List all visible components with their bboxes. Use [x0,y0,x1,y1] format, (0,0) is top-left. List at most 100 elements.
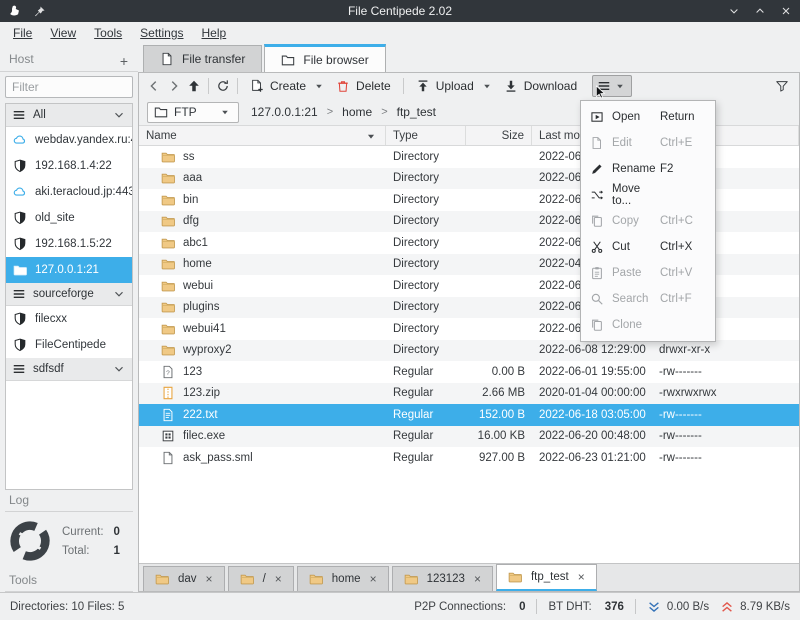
menu-item-shortcut: Ctrl+E [660,137,692,149]
host-list-item[interactable]: 192.168.1.5:22 [6,231,132,257]
up-icon[interactable] [187,79,201,93]
file-row[interactable]: 222.txt Regular 152.00 B 2022-06-18 03:0… [139,404,799,426]
main-tab[interactable]: File browser [264,44,385,72]
toolbar-separator [237,78,238,94]
main-tab[interactable]: File transfer [143,45,262,72]
host-list-item[interactable]: old_site [6,205,132,231]
breadcrumb-separator: > [327,106,333,118]
context-menu-item[interactable]: Paste Ctrl+V [581,260,715,286]
breadcrumb-item[interactable]: home [342,105,372,119]
location-tab[interactable]: 123123 × [392,566,493,591]
file-modified: 2022-06-23 01:21:00 [532,452,652,464]
forward-icon[interactable] [167,79,181,93]
menu-file[interactable]: File [4,26,41,40]
filter-input[interactable] [5,76,133,98]
maximize-icon[interactable] [754,5,766,17]
menu-item-shortcut: Ctrl+V [660,267,692,279]
download-button[interactable]: Download [499,79,582,93]
host-label: 192.168.1.5:22 [35,238,112,250]
file-name: bin [183,194,198,206]
location-tab[interactable]: home × [297,566,389,591]
location-tab[interactable]: ftp_test × [496,564,597,591]
host-list-item[interactable]: aki.teracloud.jp:443 [6,179,132,205]
file-row[interactable]: ? 123 Regular 0.00 B 2022-06-01 19:55:00… [139,361,799,383]
menu-item-shortcut: Ctrl+C [660,215,693,227]
file-row[interactable]: filec.exe Regular 16.00 KB 2022-06-20 00… [139,426,799,448]
tab-close-icon[interactable]: × [206,574,213,584]
host-list-item[interactable]: filecxx [6,306,132,332]
menu-help[interactable]: Help [193,26,236,40]
menu-item-label: Cut [612,241,660,253]
host-list-item[interactable]: FileCentipede [6,332,132,358]
context-menu-item[interactable]: Open Return [581,104,715,130]
file-type: Directory [386,258,466,270]
context-menu-item[interactable]: Clone [581,312,715,338]
menu-item-label: Paste [612,267,660,279]
host-label: 192.168.1.4:22 [35,160,112,172]
upload-button[interactable]: Upload [411,79,499,93]
column-header-size[interactable]: Size [466,126,532,145]
close-icon[interactable] [780,5,792,17]
file-row[interactable]: ask_pass.sml Regular 927.00 B 2022-06-23… [139,447,799,469]
breadcrumb-item[interactable]: 127.0.0.1:21 [251,105,318,119]
context-menu-item[interactable]: Move to... [581,182,715,208]
tab-close-icon[interactable]: × [275,574,282,584]
menu-settings[interactable]: Settings [131,26,192,40]
file-row[interactable]: 123.zip Regular 2.66 MB 2020-01-04 00:00… [139,383,799,405]
add-host-button[interactable]: + [120,56,128,66]
context-menu-item[interactable]: Edit Ctrl+E [581,130,715,156]
location-tab[interactable]: dav × [143,566,225,591]
file-permissions: -rw------- [652,430,799,442]
host-list-item[interactable]: 192.168.1.4:22 [6,153,132,179]
file-row[interactable]: wyproxy2 Directory 2022-06-08 12:29:00 d… [139,340,799,362]
context-menu-item[interactable]: Search Ctrl+F [581,286,715,312]
filter-funnel-icon[interactable] [775,79,789,93]
host-type-icon [13,133,27,147]
column-header-name[interactable]: Name [139,126,386,145]
menu-view[interactable]: View [41,26,85,40]
chevron-down-icon [112,287,126,301]
file-type: Regular [386,430,466,442]
delete-button[interactable]: Delete [331,79,396,93]
host-group-header[interactable]: All [6,104,132,127]
tab-close-icon[interactable]: × [578,572,585,582]
file-name: wyproxy2 [183,344,232,356]
tab-label: 123123 [427,573,465,585]
tab-label: File browser [303,53,368,67]
file-type: Directory [386,172,466,184]
breadcrumb-item[interactable]: ftp_test [397,105,436,119]
file-type-icon [161,429,175,443]
log-section-header[interactable]: Log [5,490,133,512]
breadcrumb-separator: > [381,106,387,118]
menu-item-label: Search [612,293,660,305]
minimize-icon[interactable] [728,5,740,17]
tab-label: / [263,573,266,585]
hamburger-icon [12,362,26,376]
context-menu-item[interactable]: Copy Ctrl+C [581,208,715,234]
context-menu-item[interactable]: Rename F2 [581,156,715,182]
host-list-item[interactable]: webdav.yandex.ru:443 [6,127,132,153]
host-group-header[interactable]: sourceforge [6,283,132,306]
protocol-select[interactable]: FTP [147,102,239,123]
file-type: Directory [386,194,466,206]
host-list-item[interactable]: 127.0.0.1:21 [6,257,132,283]
tools-section-header[interactable]: Tools [5,570,133,592]
location-tab[interactable]: / × [228,566,294,591]
file-type-icon [161,150,175,164]
back-icon[interactable] [147,79,161,93]
file-type: Regular [386,409,466,421]
menu-tools[interactable]: Tools [85,26,131,40]
tab-close-icon[interactable]: × [370,574,377,584]
file-modified: 2020-01-04 00:00:00 [532,387,652,399]
pin-icon[interactable] [33,5,46,18]
context-menu-item[interactable]: Cut Ctrl+X [581,234,715,260]
file-modified: 2022-06-08 12:29:00 [532,344,652,356]
window-title: File Centipede 2.02 [0,4,800,18]
folder-icon [508,570,522,584]
tab-close-icon[interactable]: × [474,574,481,584]
host-group-header[interactable]: sdfsdf [6,358,132,381]
refresh-icon[interactable] [216,79,230,93]
column-header-type[interactable]: Type [386,126,466,145]
file-name: home [183,258,212,270]
create-button[interactable]: Create [245,79,331,93]
